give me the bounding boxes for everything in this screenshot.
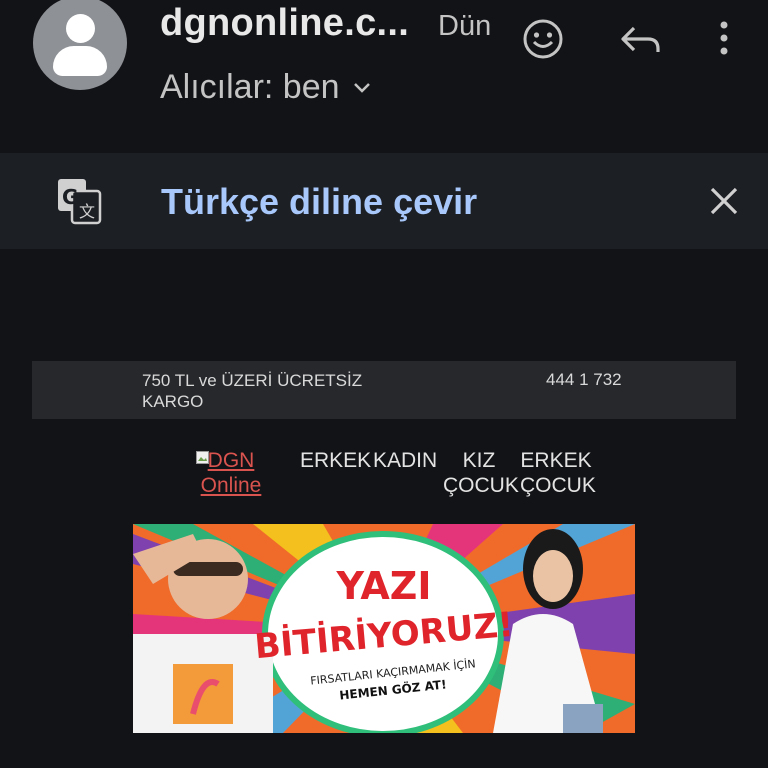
recipients-toggle[interactable]: Alıcılar: ben — [160, 68, 372, 107]
sender-name[interactable]: dgnonline.c... — [160, 2, 409, 45]
add-reaction-icon[interactable] — [521, 17, 565, 61]
avatar[interactable] — [33, 0, 127, 90]
google-translate-icon: G 文 — [58, 179, 102, 225]
promo-text: 750 TL ve ÜZERİ ÜCRETSİZ KARGO — [142, 371, 363, 411]
promo-banner[interactable]: YAZI BİTİRİYORUZ! FIRSATLARI KAÇIRMAMAK … — [133, 524, 635, 733]
dgn-logo-link[interactable]: DGN Online — [196, 448, 266, 498]
recipients-label: Alıcılar: ben — [160, 68, 340, 106]
email-time: Dün — [438, 10, 492, 42]
nav-link-erkek[interactable]: ERKEK — [300, 448, 371, 473]
nav-link-kiz-cocuk[interactable]: KIZ ÇOCUK — [443, 448, 519, 498]
svg-text:G: G — [62, 185, 78, 209]
translate-bar: G 文 Türkçe diline çevir — [0, 153, 768, 249]
logo-alt-text: DGN Online — [200, 449, 262, 497]
nav-link-kadin[interactable]: KADIN — [373, 448, 437, 473]
nav-link-erkek-cocuk[interactable]: ERKEK ÇOCUK — [520, 448, 596, 498]
close-icon[interactable] — [706, 183, 742, 219]
svg-text:文: 文 — [79, 202, 95, 221]
email-top-bar: 750 TL ve ÜZERİ ÜCRETSİZ KARGO 444 1 732 — [32, 361, 736, 419]
phone-number[interactable]: 444 1 732 — [546, 370, 622, 390]
avatar-head-shape — [66, 14, 95, 43]
chevron-down-icon — [353, 82, 370, 93]
reply-icon[interactable] — [618, 20, 662, 60]
avatar-body-shape — [53, 46, 107, 76]
more-vertical-icon[interactable] — [712, 18, 736, 58]
translate-button[interactable]: Türkçe diline çevir — [161, 181, 477, 223]
